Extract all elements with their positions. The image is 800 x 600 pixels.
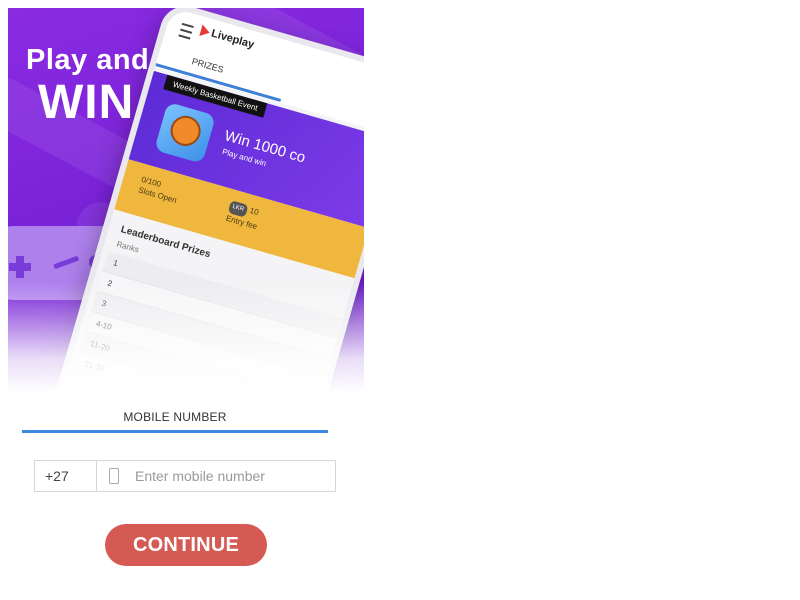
mobile-phone-icon <box>109 468 119 484</box>
mobile-number-field: +27 <box>34 460 336 492</box>
mockup-tab-prizes: PRIZES <box>190 56 225 75</box>
hero-fade <box>8 282 364 392</box>
mobile-input-wrap <box>97 461 335 491</box>
mobile-number-input[interactable] <box>133 467 317 485</box>
tab-mobile-number[interactable]: MOBILE NUMBER <box>22 410 328 424</box>
hamburger-icon <box>178 22 194 40</box>
tab-active-underline <box>22 430 328 433</box>
mockup-slots: 0/100 Slots Open <box>137 174 181 206</box>
hero-line-1: Play and <box>26 44 150 76</box>
mockup-ranks-label: Ranks <box>115 239 140 255</box>
country-code-selector[interactable]: +27 <box>35 461 97 491</box>
hero-tagline: Play and WIN <box>26 44 149 130</box>
mockup-fee: LKR 10 Entry fee <box>225 199 263 232</box>
continue-button[interactable]: CONTINUE <box>105 524 267 566</box>
mockup-fee-value: 10 <box>248 205 260 217</box>
hero-line-2: WIN <box>38 76 135 129</box>
basketball-icon <box>154 101 216 164</box>
mockup-logo: Liveplay <box>199 24 255 51</box>
mockup-brand: Liveplay <box>209 27 256 52</box>
hero-banner: Play and WIN Liveplay PRIZES Weekly Bask… <box>8 8 364 392</box>
